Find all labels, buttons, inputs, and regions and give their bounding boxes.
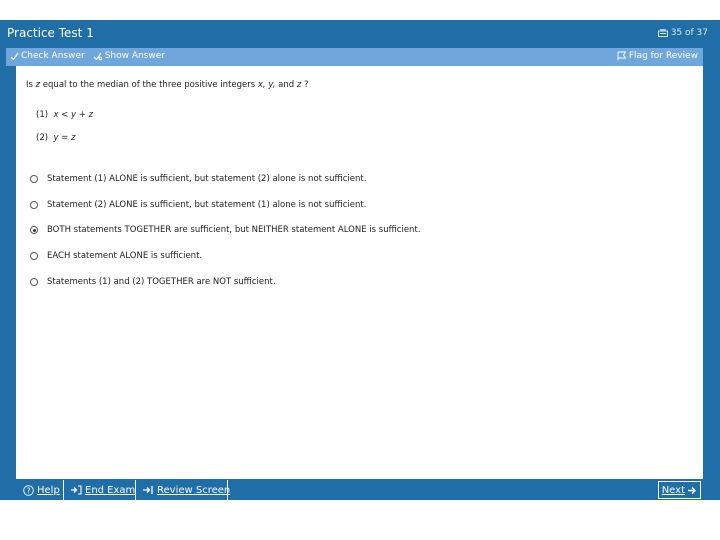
next-label: Next (661, 484, 685, 496)
answer-choice-b[interactable]: Statement (2) ALONE is sufficient, but s… (30, 200, 366, 210)
flag-icon (617, 51, 627, 61)
title-bar: Practice Test 1 35 of 37 (0, 20, 720, 48)
statement-number: (2) (36, 133, 49, 143)
answer-choice-label: Statement (1) ALONE is sufficient, but s… (47, 174, 367, 184)
answer-choice-e[interactable]: Statements (1) and (2) TOGETHER are NOT … (30, 277, 276, 287)
window-title: Practice Test 1 (7, 26, 94, 40)
help-label: Help (37, 484, 60, 496)
question-text-suffix: ? (301, 80, 309, 90)
statement-expression: x < y + z (53, 110, 94, 120)
question-counter-text: 35 of 37 (670, 28, 708, 38)
check-answer-label: Check Answer (21, 51, 85, 61)
next-button[interactable]: Next (657, 481, 701, 499)
statement-1: (1) x < y + z (36, 110, 93, 120)
radio-button[interactable] (30, 201, 38, 209)
flag-review-button[interactable]: Flag for Review (617, 51, 698, 61)
arrow-right-icon (688, 486, 696, 494)
footer-bar: ? Help End Exam Review Screen Next (16, 480, 703, 500)
radio-button-selected[interactable] (30, 226, 38, 234)
radio-button[interactable] (30, 252, 38, 260)
end-exam-label: End Exam (85, 484, 136, 496)
answer-choice-label: BOTH statements TOGETHER are sufficient,… (47, 225, 421, 235)
statement-2: (2) y = z (36, 133, 75, 143)
radio-button[interactable] (30, 175, 38, 183)
check-icon (10, 52, 19, 60)
pages-icon (657, 29, 668, 37)
check-answer-button[interactable]: Check Answer (10, 51, 85, 61)
question-counter: 35 of 37 (657, 28, 708, 38)
question-text-middle: equal to the median of the three positiv… (40, 80, 258, 90)
statement-expression: y = z (53, 133, 76, 143)
show-answer-label: Show Answer (104, 51, 165, 61)
end-exam-button[interactable]: End Exam (65, 481, 140, 499)
answer-choice-c[interactable]: BOTH statements TOGETHER are sufficient,… (30, 225, 420, 235)
review-screen-icon (143, 486, 153, 494)
footer-divider (63, 480, 64, 500)
answer-choice-a[interactable]: Statement (1) ALONE is sufficient, but s… (30, 174, 366, 184)
flag-review-label: Flag for Review (628, 51, 698, 61)
show-answer-icon (93, 52, 102, 60)
end-exam-icon (71, 485, 82, 495)
help-button[interactable]: ? Help (18, 481, 65, 499)
answer-choice-label: Statements (1) and (2) TOGETHER are NOT … (47, 277, 276, 287)
question-vars-list: x, y, (257, 80, 276, 90)
question-stem: Is z equal to the median of the three po… (26, 80, 309, 90)
show-answer-button[interactable]: Show Answer (93, 51, 165, 61)
radio-button[interactable] (30, 278, 38, 286)
review-screen-label: Review Screen (157, 484, 231, 496)
footer-divider (135, 480, 136, 500)
footer-divider (227, 480, 228, 500)
question-text-and: and (275, 80, 297, 90)
svg-text:?: ? (27, 486, 31, 495)
help-icon: ? (23, 484, 34, 496)
answer-choice-label: EACH statement ALONE is sufficient. (47, 251, 203, 261)
review-screen-button[interactable]: Review Screen (137, 481, 235, 499)
answer-choice-label: Statement (2) ALONE is sufficient, but s… (47, 200, 367, 210)
question-panel: Is z equal to the median of the three po… (16, 66, 703, 479)
answer-choice-d[interactable]: EACH statement ALONE is sufficient. (30, 251, 202, 261)
toolbar: Check Answer Show Answer Flag for Review (6, 48, 703, 66)
statement-number: (1) (36, 110, 49, 120)
question-text-prefix: Is (26, 80, 36, 90)
